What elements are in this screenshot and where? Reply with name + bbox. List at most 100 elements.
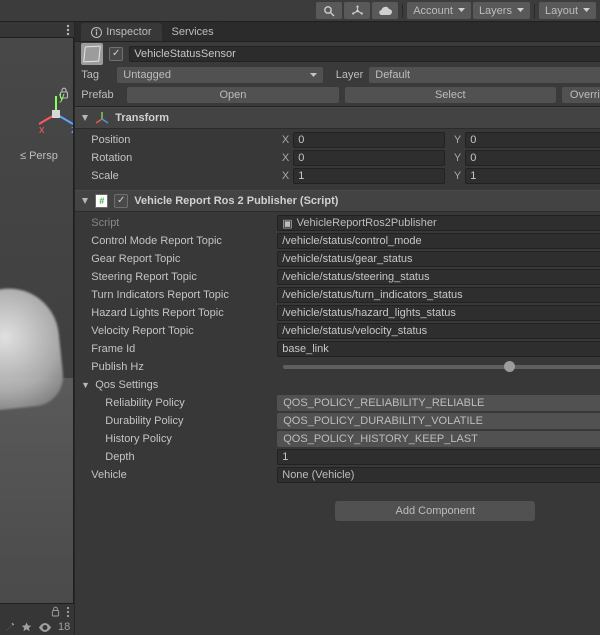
position-label[interactable]: Position [81,134,273,146]
axis-y[interactable]: Y [449,152,461,164]
axis-x[interactable]: X [277,170,289,182]
reliability-value: QOS_POLICY_RELIABILITY_RELIABLE [283,397,484,409]
durability-dropdown[interactable]: QOS_POLICY_DURABILITY_VOLATILE [277,413,600,429]
prefab-overrides-dropdown[interactable]: Overrides [562,87,600,103]
component-header-reporter[interactable]: Vehicle Report Ros 2 Publisher (Script) … [75,190,600,212]
toolbar-cloud-button[interactable] [372,2,398,19]
durability-value: QOS_POLICY_DURABILITY_VOLATILE [283,415,483,427]
rotation-x-field[interactable] [293,150,445,166]
hazard-field[interactable] [277,305,600,321]
turn-field[interactable] [277,287,600,303]
history-label[interactable]: History Policy [81,433,273,445]
view-gizmo[interactable]: y x z [35,93,74,135]
kebab-icon[interactable] [66,606,70,618]
script-icon [95,194,108,208]
rotation-label[interactable]: Rotation [81,152,273,164]
depth-label[interactable]: Depth [81,451,273,463]
turn-label[interactable]: Turn Indicators Report Topic [81,289,273,301]
toolbar-separator [534,4,535,18]
account-dropdown[interactable]: Account [407,2,471,19]
scale-x-field[interactable] [293,168,445,184]
tag-label: Tag [81,69,111,81]
foldout-icon [81,197,89,205]
history-dropdown[interactable]: QOS_POLICY_HISTORY_KEEP_LAST [277,431,600,447]
prefab-open-button[interactable]: Open [127,87,338,103]
control-mode-label[interactable]: Control Mode Report Topic [81,235,273,247]
cloud-icon [378,6,393,16]
qos-label[interactable]: Qos Settings [93,379,285,391]
tab-services[interactable]: Services [162,23,224,41]
gear-field[interactable] [277,251,600,267]
axis-x[interactable]: X [277,152,289,164]
axis-x[interactable]: X [277,134,289,146]
depth-field[interactable] [277,449,600,465]
steering-label[interactable]: Steering Report Topic [81,271,273,283]
add-component-button[interactable]: Add Component [335,501,535,521]
script-label: Script [81,217,273,229]
layer-dropdown[interactable]: Default [369,67,600,83]
visibility-icon[interactable] [38,623,52,632]
axis-y[interactable]: Y [449,134,461,146]
foldout-icon [81,114,89,122]
reporter-title: Vehicle Report Ros 2 Publisher (Script) [134,195,338,207]
layers-dropdown[interactable]: Layers [473,2,530,19]
position-y-field[interactable] [465,132,600,148]
chevron-down-icon [517,8,524,13]
chevron-down-icon [458,8,465,13]
vehicle-label[interactable]: Vehicle [81,469,273,481]
durability-label[interactable]: Durability Policy [81,415,273,427]
vehicle-object-field[interactable]: None (Vehicle)◉ [277,467,600,483]
qos-foldout[interactable] [81,382,89,389]
velocity-label[interactable]: Velocity Report Topic [81,325,273,337]
tag-value: Untagged [123,69,171,81]
axis-y[interactable]: Y [449,170,461,182]
frame-field[interactable] [277,341,600,357]
component-header-transform[interactable]: Transform ? [75,107,600,129]
chevron-down-icon [310,73,317,78]
rotation-y-field[interactable] [465,150,600,166]
info-icon [91,27,102,38]
tag-dropdown[interactable]: Untagged [117,67,323,83]
steering-field[interactable] [277,269,600,285]
toolbar-search-button[interactable] [316,2,342,19]
favorite-icon[interactable] [21,622,32,633]
publish-hz-thumb[interactable] [504,361,515,372]
transform-title: Transform [115,112,169,124]
scale-y-field[interactable] [465,168,600,184]
prefab-select-button[interactable]: Select [345,87,556,103]
script-value: VehicleReportRos2Publisher [297,217,437,229]
main-toolbar: Account Layers Layout [0,0,600,22]
lock-icon[interactable] [51,606,60,617]
velocity-field[interactable] [277,323,600,339]
toolbar-collab-button[interactable] [344,2,370,19]
chevron-down-icon [583,8,590,13]
gear-label[interactable]: Gear Report Topic [81,253,273,265]
frame-label[interactable]: Frame Id [81,343,273,355]
script-row: Script ▣VehicleReportRos2Publisher◉ [81,214,600,232]
prefab-label: Prefab [81,89,121,101]
dropper-icon[interactable] [4,622,15,633]
scale-label[interactable]: Scale [81,170,273,182]
collab-icon [351,5,364,17]
reliability-dropdown[interactable]: QOS_POLICY_RELIABILITY_RELIABLE [277,395,600,411]
persp-label: ≤ Persp [20,150,58,162]
component-enable-checkbox[interactable] [114,194,128,208]
toolbar-separator [402,4,403,18]
publish-hz-label[interactable]: Publish Hz [81,361,273,373]
position-row: Position X Y Z [81,131,600,149]
publish-hz-slider[interactable] [283,365,600,369]
layout-dropdown[interactable]: Layout [539,2,596,19]
gameobject-name-field[interactable] [129,46,600,62]
vehicle-value: None (Vehicle) [282,469,354,481]
reliability-label[interactable]: Reliability Policy [81,397,273,409]
kebab-icon[interactable] [66,24,70,36]
scene-view[interactable]: y x z ≤ Persp [0,38,74,603]
position-x-field[interactable] [293,132,445,148]
hazard-label[interactable]: Hazard Lights Report Topic [81,307,273,319]
control-mode-field[interactable] [277,233,600,249]
tab-inspector[interactable]: Inspector [81,23,161,41]
svg-text:z: z [71,124,74,135]
active-checkbox[interactable] [109,47,123,61]
transform-body: Position X Y Z Rotation X Y Z Scale X [75,129,600,190]
gameobject-icon[interactable] [81,43,103,65]
